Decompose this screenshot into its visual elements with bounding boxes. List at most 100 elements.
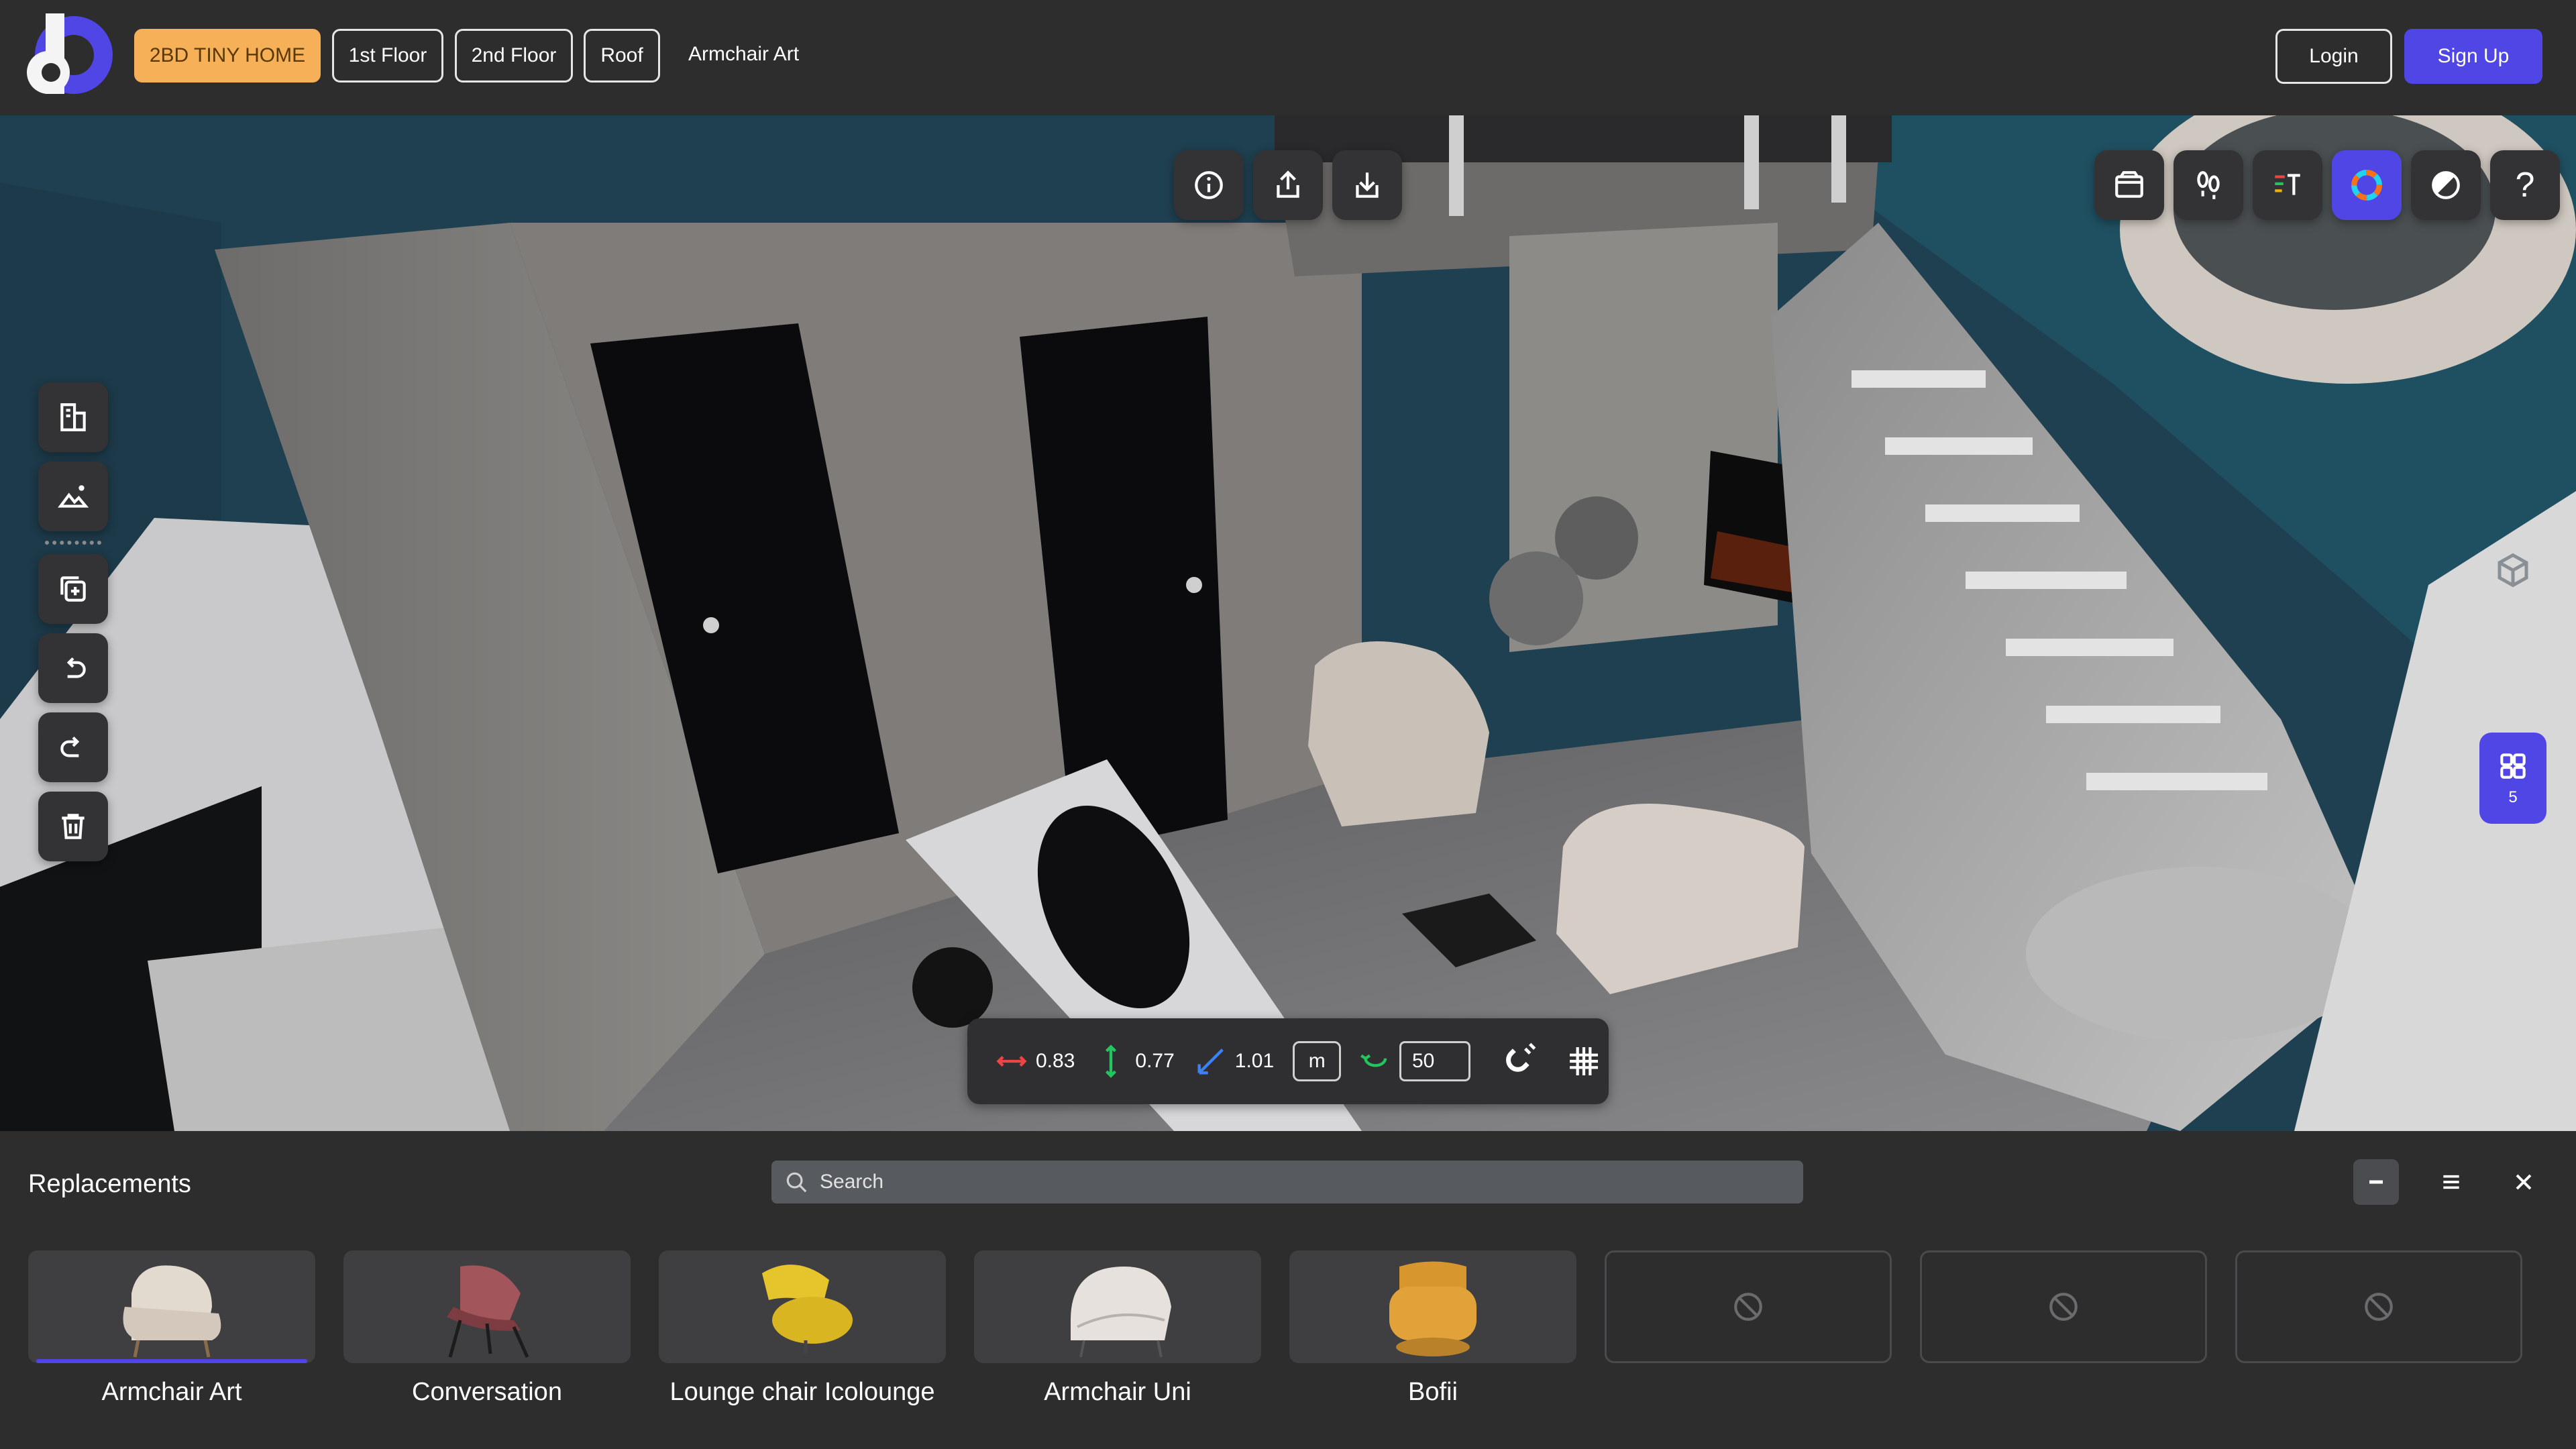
room-view-button[interactable]	[2094, 150, 2164, 220]
floor-tab-2nd[interactable]: 2nd Floor	[455, 29, 573, 83]
unavailable-icon	[2049, 1293, 2078, 1321]
replacement-thumbnail[interactable]	[659, 1250, 946, 1363]
view-toolbar	[1174, 150, 1402, 220]
list-view-button[interactable]	[2428, 1159, 2474, 1205]
materials-icon	[2275, 174, 2300, 195]
rotation-input[interactable]	[1399, 1041, 1470, 1081]
replacement-card[interactable]: Bofii	[1289, 1250, 1576, 1407]
delete-button[interactable]	[38, 792, 108, 861]
floor-tab-home[interactable]: 2BD TINY HOME	[134, 29, 321, 83]
empty-thumbnail	[2235, 1250, 2522, 1363]
floor-tab-1st[interactable]: 1st Floor	[332, 29, 443, 83]
empty-thumbnail	[1920, 1250, 2207, 1363]
height-readout: 0.77	[1093, 1044, 1175, 1079]
download-icon	[1356, 172, 1379, 198]
empty-replacement-slot	[2235, 1250, 2522, 1407]
search-bar[interactable]	[771, 1161, 1803, 1203]
bofii-chair-image	[1389, 1261, 1477, 1356]
search-input[interactable]	[818, 1170, 1760, 1194]
redo-button[interactable]	[38, 712, 108, 782]
minimize-icon	[2369, 1180, 2383, 1184]
replacement-thumbnail[interactable]	[28, 1250, 315, 1363]
replacement-card[interactable]: Armchair Uni	[974, 1250, 1261, 1407]
replacement-thumbnail[interactable]	[1289, 1250, 1576, 1363]
floorplan-button[interactable]	[38, 382, 108, 452]
replacement-thumbnail[interactable]	[343, 1250, 631, 1363]
magnet-icon	[1506, 1042, 1536, 1072]
replacements-panel: Replacements Armchair Art	[0, 1131, 2576, 1449]
minimize-button[interactable]	[2353, 1159, 2399, 1205]
add-object-button[interactable]	[38, 554, 108, 624]
3d-viewport[interactable]: ? 5 0.83 0.77 1.01 m 50	[0, 115, 2576, 1131]
replacement-list: Armchair Art Conversation Lounge chair I…	[28, 1250, 2522, 1407]
depth-arrow-icon	[1197, 1049, 1224, 1075]
width-readout: 0.83	[994, 1044, 1075, 1079]
conversation-chair-image	[447, 1265, 529, 1358]
unit-selector[interactable]: m	[1293, 1041, 1342, 1081]
panel-title: Replacements	[28, 1170, 191, 1198]
render-toolbar: ?	[2094, 150, 2560, 220]
login-button[interactable]: Login	[2275, 29, 2392, 84]
redo-icon	[60, 736, 80, 757]
undo-icon	[66, 657, 86, 678]
walk-icon	[2197, 171, 2220, 199]
replacement-thumbnail[interactable]	[974, 1250, 1261, 1363]
app-logo[interactable]	[20, 13, 115, 101]
replacement-label: Armchair Art	[101, 1378, 242, 1406]
replacement-card[interactable]: Conversation	[343, 1250, 631, 1407]
height-value: 0.77	[1135, 1050, 1175, 1072]
color-wheel-icon	[2351, 170, 2382, 201]
undo-button[interactable]	[38, 633, 108, 703]
top-bar: 2BD TINY HOME 1st Floor 2nd Floor Roof A…	[0, 0, 2576, 115]
signup-button[interactable]: Sign Up	[2404, 29, 2542, 84]
floor-tab-roof[interactable]: Roof	[584, 29, 660, 83]
replacement-label: Bofii	[1408, 1378, 1458, 1406]
width-arrow-icon	[996, 1055, 1027, 1067]
info-icon	[1195, 171, 1223, 199]
height-arrow-icon	[1106, 1044, 1117, 1078]
help-icon: ?	[2515, 166, 2535, 205]
search-icon	[786, 1172, 807, 1193]
room-icon	[2115, 171, 2143, 198]
snap-magnet-button[interactable]	[1497, 1036, 1547, 1087]
width-value: 0.83	[1036, 1050, 1075, 1072]
close-button[interactable]	[2501, 1159, 2546, 1205]
room-render[interactable]	[0, 115, 2576, 1131]
replacement-label: Conversation	[412, 1378, 562, 1406]
replacement-card[interactable]: Armchair Art	[28, 1250, 315, 1407]
selected-object-breadcrumb: Armchair Art	[688, 43, 800, 65]
3d-cube-icon[interactable]	[2493, 550, 2533, 590]
landscape-icon	[58, 485, 89, 508]
download-button[interactable]	[1332, 150, 1402, 220]
objects-tab[interactable]: 5	[2479, 733, 2546, 824]
unavailable-icon	[1734, 1293, 1762, 1321]
empty-thumbnail	[1605, 1250, 1892, 1363]
grid-icon	[2500, 753, 2526, 779]
replacement-label: Armchair Uni	[1044, 1378, 1191, 1406]
menu-icon	[2443, 1175, 2459, 1189]
armchair-art-image	[123, 1265, 221, 1358]
grid-snap-button[interactable]	[1559, 1036, 1609, 1087]
replacement-card[interactable]: Lounge chair Icolounge	[659, 1250, 946, 1407]
shading-icon	[2432, 171, 2460, 199]
share-button[interactable]	[1253, 150, 1323, 220]
empty-replacement-slot	[1605, 1250, 1892, 1407]
walk-mode-button[interactable]	[2174, 150, 2243, 220]
landscape-button[interactable]	[38, 462, 108, 531]
close-icon	[2516, 1174, 2532, 1190]
toolbar-divider	[45, 541, 101, 545]
lighting-button[interactable]	[2411, 150, 2481, 220]
help-button[interactable]: ?	[2490, 150, 2560, 220]
armchair-uni-image	[1071, 1267, 1171, 1358]
rotation-icon	[1360, 1054, 1387, 1067]
floorplan-icon	[60, 403, 86, 431]
unavailable-icon	[2365, 1293, 2393, 1321]
depth-value: 1.01	[1234, 1050, 1275, 1072]
info-button[interactable]	[1174, 150, 1244, 220]
delete-icon	[62, 814, 85, 839]
materials-button[interactable]	[2253, 150, 2322, 220]
add-object-icon	[60, 576, 86, 602]
dimension-bar: 0.83 0.77 1.01 m	[967, 1018, 1609, 1104]
color-scheme-button[interactable]	[2332, 150, 2402, 220]
grid-hash-icon	[1570, 1047, 1598, 1075]
